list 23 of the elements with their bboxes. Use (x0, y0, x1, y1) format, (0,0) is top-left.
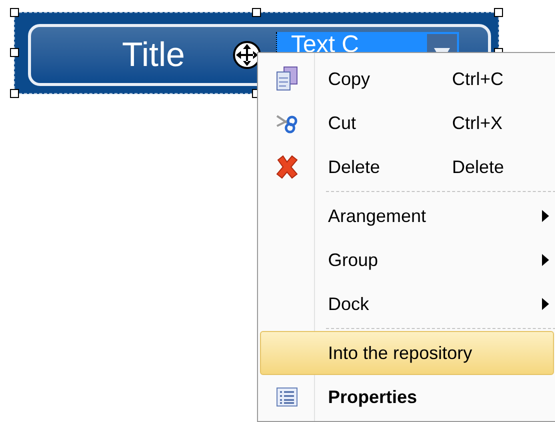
menu-item[interactable]: Into the repository (260, 331, 554, 375)
cross-icon (274, 154, 300, 180)
resize-handle[interactable] (252, 8, 261, 17)
resize-handle[interactable] (10, 8, 19, 17)
widget-title: Title (122, 38, 186, 72)
resize-handle[interactable] (10, 48, 19, 57)
field-value: Text C (290, 32, 360, 57)
resize-handle[interactable] (494, 8, 503, 17)
menu-item[interactable]: Dock (260, 282, 554, 326)
list-icon (276, 387, 298, 407)
submenu-arrow-icon (542, 298, 550, 310)
submenu-arrow-icon (542, 254, 550, 266)
menu-item[interactable]: Cut Ctrl+X (260, 101, 554, 145)
shortcut-label: Ctrl+X (452, 112, 503, 134)
menu-item[interactable]: Delete Delete (260, 145, 554, 189)
resize-handle[interactable] (10, 89, 19, 98)
shortcut-label: Delete (452, 156, 504, 178)
move-icon[interactable] (232, 40, 262, 70)
submenu-arrow-icon (542, 210, 550, 222)
menu-item[interactable]: Properties (260, 375, 554, 419)
copy-icon (275, 66, 299, 92)
menu-item[interactable]: Group (260, 238, 554, 282)
menu-item[interactable]: Arangement (260, 194, 554, 238)
